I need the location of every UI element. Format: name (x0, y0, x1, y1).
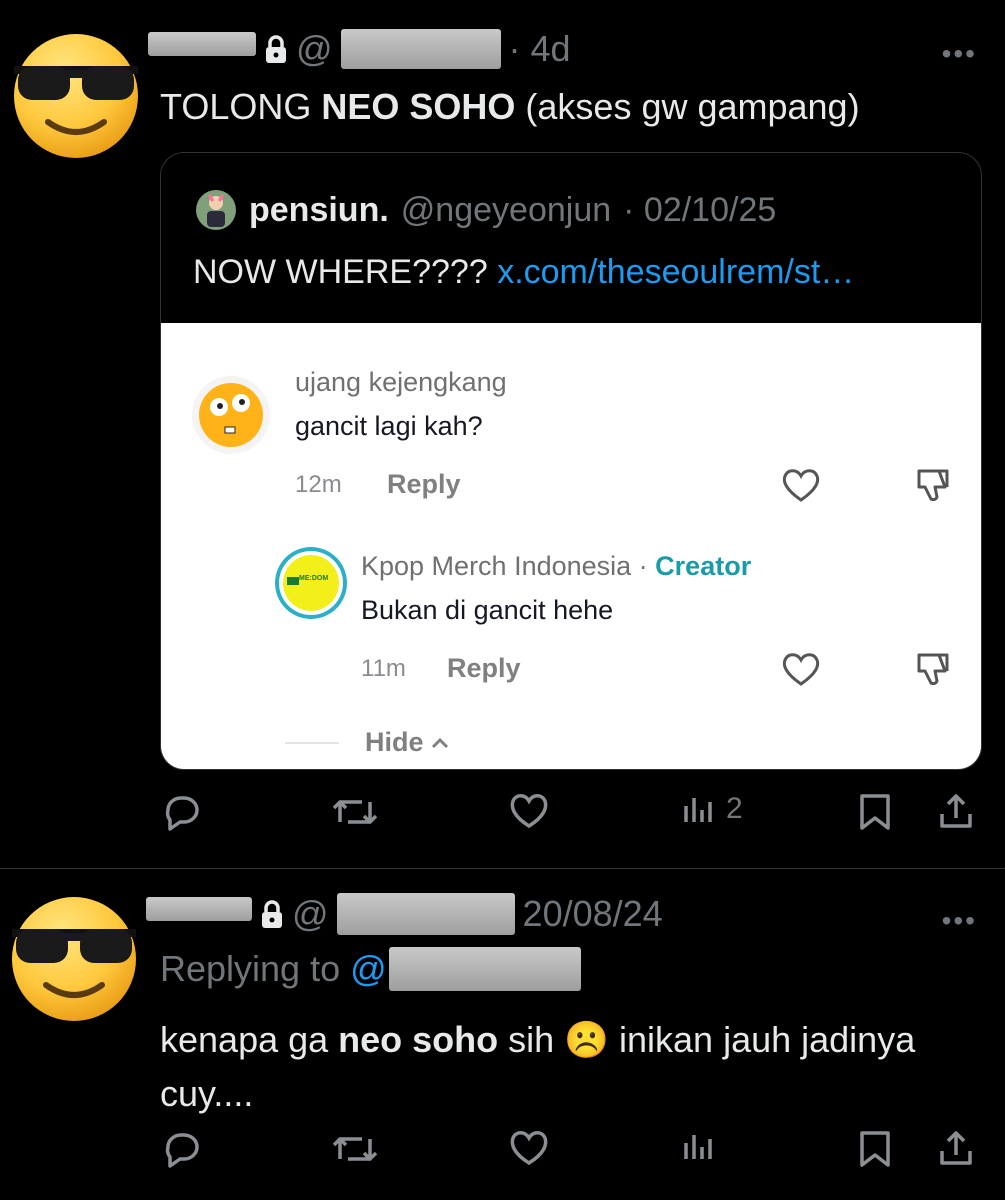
quoted-tweet[interactable]: pensiun. @ngeyeonjun · 02/10/25 NOW WHER… (160, 152, 982, 770)
reply-text: Bukan di gancit hehe (361, 595, 614, 625)
quoted-media-screenshot[interactable]: ujang kejengkang gancit lagi kah? 12m Re… (161, 323, 981, 769)
retweet-icon[interactable] (330, 1129, 380, 1169)
action-bar: 2 (160, 792, 980, 842)
handle-redacted (340, 29, 501, 69)
comment-dislike-icon[interactable] (913, 465, 953, 505)
sunglasses-face-icon (12, 897, 136, 1021)
lock-icon (260, 899, 284, 929)
reply-time: 11m (361, 655, 406, 682)
like-icon[interactable] (508, 792, 550, 830)
like-icon[interactable] (508, 1129, 550, 1167)
quoted-avatar (195, 189, 237, 231)
creator-avatar: ME:DOM (273, 545, 349, 621)
replying-handle-redacted (388, 947, 581, 991)
tweet-text: kenapa ga neo soho sih ☹️ inikan jauh ja… (160, 1019, 916, 1114)
avatar[interactable] (8, 26, 144, 162)
views-icon[interactable] (682, 1129, 716, 1163)
reply-reply-button[interactable]: Reply (447, 653, 521, 684)
tweet-2[interactable]: @ 20/08/24 ••• Replying to @ kenapa ga n… (0, 869, 1005, 1200)
avatar[interactable] (6, 889, 142, 1025)
views-count: 2 (726, 792, 743, 825)
quoted-date: · 02/10/25 (623, 190, 777, 229)
chevron-up-icon (431, 737, 448, 748)
action-bar (160, 1129, 980, 1179)
views-icon[interactable]: 2 (682, 792, 743, 826)
reply-dislike-icon[interactable] (913, 649, 953, 689)
comment-author: ujang kejengkang (295, 367, 507, 397)
creator-avatar-text: ME:DOM (299, 575, 329, 582)
share-icon[interactable] (936, 1129, 976, 1169)
replying-to: Replying to @ (160, 947, 581, 991)
quoted-link[interactable]: x.com/theseoulrem/st… (497, 253, 854, 291)
share-icon[interactable] (936, 792, 976, 832)
hide-divider (285, 742, 339, 744)
more-options-icon[interactable]: ••• (942, 38, 977, 70)
reply-author: Kpop Merch Indonesia · Creator (361, 551, 752, 581)
tweet-text: TOLONG NEO SOHO (akses gw gampang) (160, 86, 860, 127)
replying-to-handle[interactable]: @ (350, 948, 387, 990)
handle-redacted (336, 893, 515, 935)
handle-at: @ (296, 28, 333, 69)
tweet-1[interactable]: @ · 4d ••• TOLONG NEO SOHO (akses gw gam… (0, 0, 1005, 868)
frowning-face-icon: ☹️ (564, 1019, 610, 1060)
creator-badge: Creator (655, 551, 752, 581)
bookmark-icon[interactable] (858, 792, 892, 832)
tweet-date[interactable]: 20/08/24 (523, 893, 663, 935)
retweet-icon[interactable] (330, 792, 380, 832)
comment-avatar (191, 375, 271, 455)
quoted-text: NOW WHERE???? x.com/theseoulrem/st… (193, 253, 855, 291)
display-name-redacted (148, 32, 256, 56)
hide-replies-button[interactable]: Hide (365, 727, 450, 758)
sunglasses-face-icon (14, 34, 138, 158)
more-options-icon[interactable]: ••• (942, 905, 977, 937)
tweet-time[interactable]: · 4d (509, 28, 571, 70)
reply-like-icon[interactable] (781, 651, 821, 687)
bookmark-icon[interactable] (858, 1129, 892, 1169)
quoted-display-name[interactable]: pensiun. (249, 191, 389, 230)
lock-icon (264, 34, 288, 64)
comment-like-icon[interactable] (781, 467, 821, 503)
handle-at: @ (292, 893, 329, 934)
comment-time: 12m (295, 471, 342, 498)
reply-icon[interactable] (160, 1129, 202, 1169)
comment-reply-button[interactable]: Reply (387, 469, 461, 500)
quoted-handle[interactable]: @ngeyeonjun (401, 191, 611, 230)
display-name-redacted (146, 897, 252, 921)
reply-icon[interactable] (160, 792, 202, 832)
comment-text: gancit lagi kah? (295, 411, 483, 441)
